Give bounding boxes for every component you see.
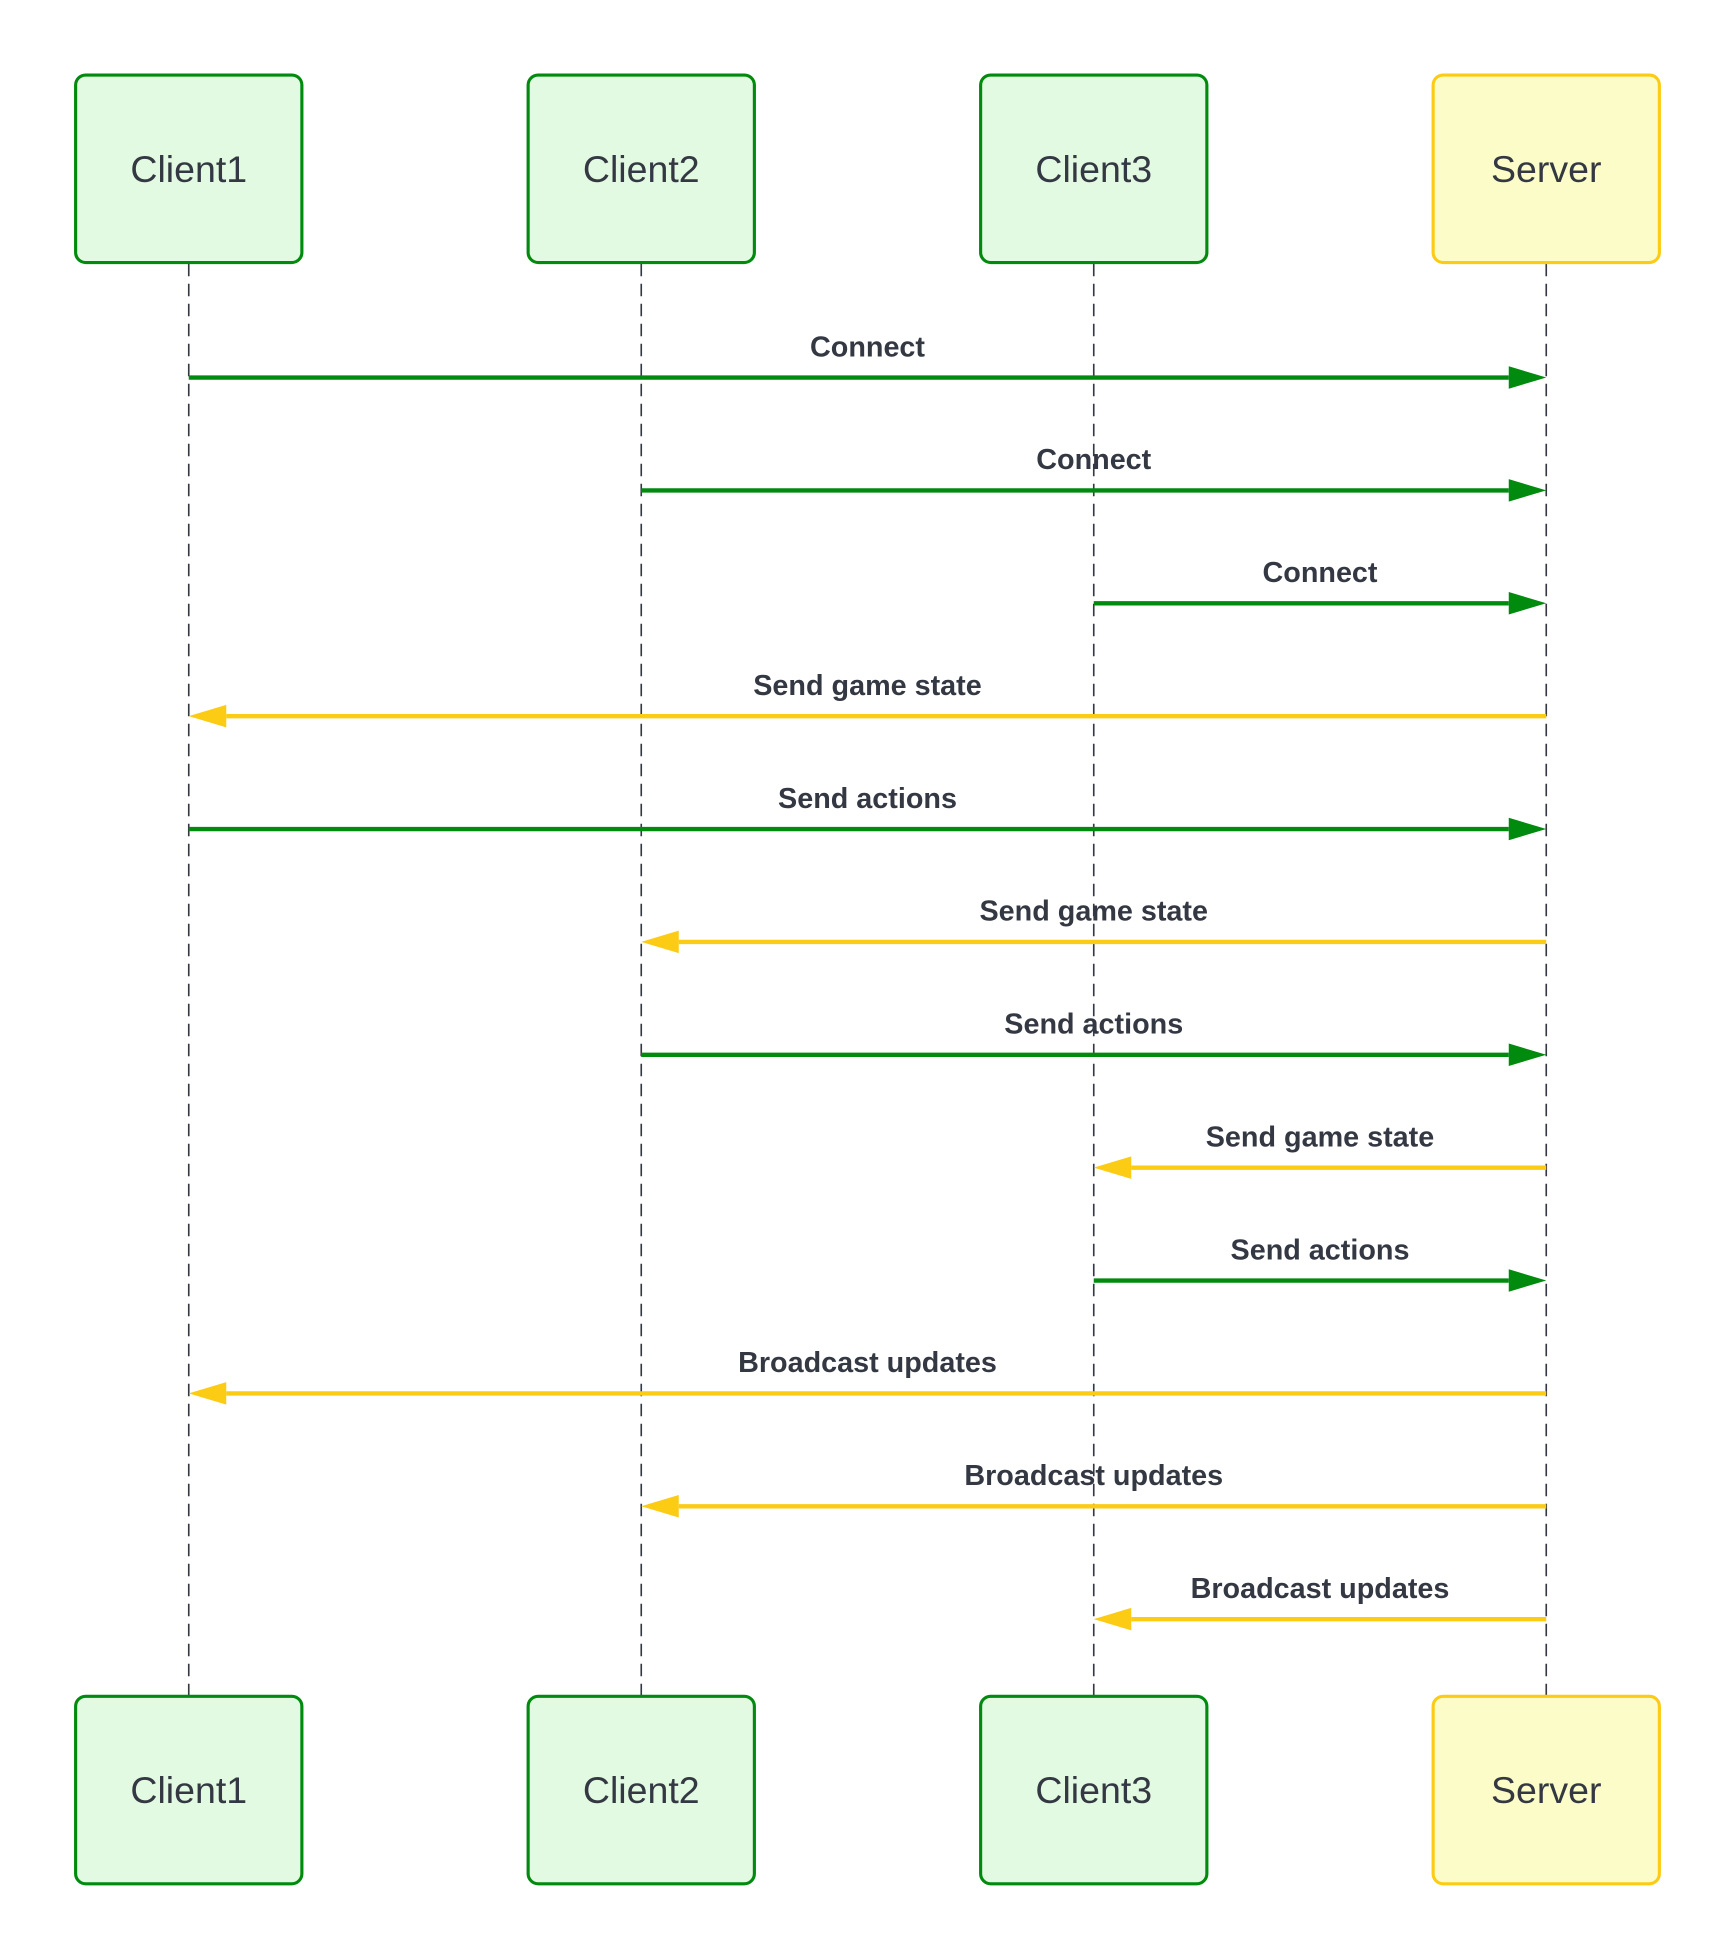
- arrowhead-icon: [1508, 592, 1547, 615]
- actor-box-server-bottom[interactable]: Server: [1431, 1694, 1661, 1886]
- arrowhead-icon: [1508, 817, 1547, 841]
- message-6: Send actions: [641, 1009, 1547, 1066]
- actor-label: Client3: [1035, 1769, 1152, 1811]
- message-8: Send actions: [1093, 1234, 1547, 1292]
- actor-label: Client2: [583, 148, 700, 190]
- arrowhead-icon: [1508, 366, 1547, 389]
- actor-label: Server: [1491, 1769, 1601, 1811]
- actor-label: Client1: [130, 1769, 247, 1811]
- message-label: Send actions: [778, 783, 957, 815]
- message-9: Broadcast updates: [188, 1347, 1547, 1405]
- actor-box-server-top[interactable]: Server: [1431, 73, 1661, 265]
- message-label: Connect: [810, 331, 925, 363]
- arrowhead-icon: [1508, 479, 1547, 502]
- arrowhead-icon: [641, 1495, 679, 1518]
- arrowhead-icon: [1093, 1607, 1132, 1631]
- message-11: Broadcast updates: [1093, 1573, 1547, 1631]
- sequence-diagram: Connect Connect Connect Send game state Send…: [74, 73, 1661, 1886]
- message-3: Send game state: [188, 670, 1547, 728]
- message-label: Connect: [1036, 444, 1151, 476]
- arrowhead-icon: [1508, 1043, 1547, 1066]
- arrowhead-icon: [641, 930, 679, 954]
- message-0: Connect: [188, 331, 1547, 389]
- message-label: Send actions: [1004, 1009, 1183, 1041]
- actor-box-client3-bottom[interactable]: Client3: [979, 1694, 1209, 1886]
- message-2: Connect: [1093, 557, 1547, 615]
- message-label: Broadcast updates: [738, 1347, 997, 1379]
- actor-label: Client3: [1035, 148, 1152, 190]
- actor-box-client1-bottom[interactable]: Client1: [74, 1694, 304, 1886]
- actor-label: Client2: [583, 1769, 700, 1811]
- arrowhead-icon: [1093, 1156, 1132, 1179]
- message-label: Broadcast updates: [1191, 1573, 1450, 1605]
- message-7: Send game state: [1093, 1121, 1547, 1179]
- actor-box-client2-bottom[interactable]: Client2: [526, 1694, 756, 1886]
- message-label: Send game state: [753, 670, 981, 702]
- actor-box-client2-top[interactable]: Client2: [526, 73, 756, 265]
- arrowhead-icon: [188, 704, 227, 728]
- message-label: Broadcast updates: [964, 1460, 1223, 1492]
- message-label: Send actions: [1231, 1234, 1410, 1266]
- message-label: Connect: [1263, 557, 1378, 589]
- message-label: Send game state: [980, 896, 1208, 928]
- actor-label: Server: [1491, 148, 1601, 190]
- message-label: Send game state: [1206, 1121, 1434, 1153]
- arrowhead-icon: [1508, 1269, 1547, 1292]
- actor-box-client3-top[interactable]: Client3: [979, 73, 1209, 265]
- actor-box-client1-top[interactable]: Client1: [74, 73, 304, 265]
- actor-label: Client1: [130, 148, 247, 190]
- arrowhead-icon: [188, 1382, 227, 1405]
- message-4: Send actions: [188, 783, 1547, 841]
